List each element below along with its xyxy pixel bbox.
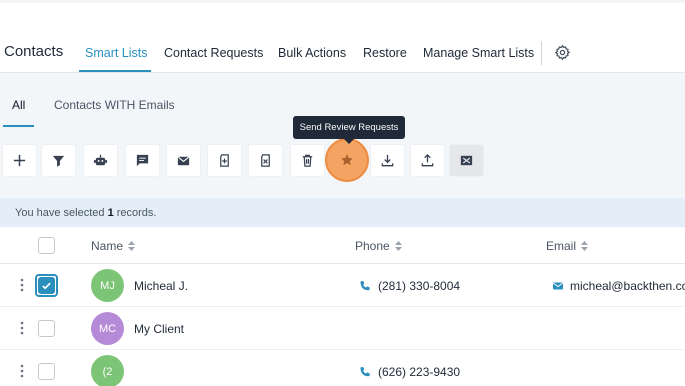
email-address: micheal@backthen.com — [570, 279, 685, 293]
import-button[interactable] — [370, 144, 405, 177]
column-label: Name — [91, 239, 124, 253]
check-icon — [42, 282, 51, 290]
robot-icon — [93, 154, 108, 166]
plus-icon — [13, 154, 26, 167]
sms-button[interactable] — [125, 144, 160, 177]
more-options-icon[interactable] — [20, 321, 24, 335]
tooltip: Send Review Requests — [293, 116, 405, 144]
more-options-icon[interactable] — [20, 364, 24, 378]
add-button[interactable] — [2, 144, 37, 177]
avatar-initials: (2 — [102, 365, 113, 378]
tab-bulk-actions[interactable]: Bulk Actions — [278, 46, 346, 60]
selection-banner: You have selected 1 records. — [0, 198, 685, 227]
tab-smart-lists[interactable]: Smart Lists — [85, 46, 148, 60]
contact-name[interactable]: My Client — [134, 322, 184, 336]
active-tab-underline — [79, 70, 151, 72]
tab-contact-requests[interactable]: Contact Requests — [164, 46, 263, 60]
export-button[interactable] — [410, 144, 445, 177]
mail-icon — [177, 156, 190, 166]
filter-icon — [52, 155, 65, 167]
sort-icon — [394, 241, 402, 251]
column-label: Email — [546, 239, 577, 253]
contact-phone[interactable]: (281) 330-8004 — [359, 279, 460, 293]
sort-icon — [128, 241, 136, 251]
select-all-checkbox[interactable] — [38, 237, 55, 254]
subtab-all[interactable]: All — [12, 98, 25, 112]
filter-button[interactable] — [41, 144, 76, 177]
tab-manage-smart-lists[interactable]: Manage Smart Lists — [423, 46, 534, 60]
contact-email[interactable]: micheal@backthen.com — [552, 279, 685, 293]
contacts-table: Name Phone Email MJ Micheal J. (281) 330… — [0, 227, 685, 386]
top-strip — [0, 0, 685, 33]
star-icon — [341, 154, 353, 166]
column-header-name[interactable]: Name — [91, 239, 136, 253]
tag-add-icon — [220, 154, 229, 167]
page-title: Contacts — [4, 43, 64, 60]
remove-tag-button[interactable] — [248, 144, 283, 177]
gear-icon[interactable] — [554, 44, 571, 61]
avatar: MC — [91, 312, 124, 345]
table-row[interactable]: MC My Client — [0, 307, 685, 350]
phone-number: (281) 330-8004 — [378, 279, 461, 293]
main-nav: Contacts Smart Lists Contact Requests Bu… — [0, 33, 685, 73]
workflow-button[interactable] — [83, 144, 118, 177]
review-request-button[interactable] — [325, 138, 369, 182]
tag-remove-icon — [261, 154, 270, 167]
table-row[interactable]: MJ Micheal J. (281) 330-8004 micheal@bac… — [0, 264, 685, 307]
phone-icon — [360, 281, 370, 291]
avatar-initials: MC — [98, 322, 117, 335]
table-header: Name Phone Email — [0, 227, 685, 264]
row-checkbox[interactable] — [38, 363, 55, 380]
column-header-email[interactable]: Email — [546, 239, 589, 253]
download-icon — [381, 154, 394, 167]
merge-button[interactable] — [449, 144, 484, 177]
table-row[interactable]: (2 (626) 223-9430 — [0, 350, 685, 386]
selected-count: 1 — [107, 207, 114, 219]
column-header-phone[interactable]: Phone — [355, 239, 403, 253]
avatar-initials: MJ — [100, 279, 115, 292]
email-button[interactable] — [166, 144, 201, 177]
delete-button[interactable] — [290, 144, 325, 177]
phone-number: (626) 223-9430 — [378, 365, 461, 379]
contact-phone[interactable]: (626) 223-9430 — [359, 365, 460, 379]
avatar: MJ — [91, 269, 124, 302]
contact-name[interactable]: Micheal J. — [134, 279, 188, 293]
row-checkbox[interactable] — [38, 320, 55, 337]
column-label: Phone — [355, 239, 390, 253]
active-subtab-underline — [3, 125, 34, 127]
mail-icon — [553, 282, 563, 290]
more-options-icon[interactable] — [20, 278, 24, 292]
nav-divider — [541, 41, 542, 65]
phone-icon — [360, 367, 370, 377]
trash-icon — [302, 154, 313, 167]
merge-icon — [460, 155, 473, 166]
tab-restore[interactable]: Restore — [363, 46, 407, 60]
message-icon — [136, 154, 149, 167]
sort-icon — [581, 241, 589, 251]
row-checkbox[interactable] — [38, 277, 55, 294]
banner-suffix: records. — [116, 207, 157, 219]
upload-icon — [421, 153, 434, 167]
banner-prefix: You have selected — [15, 207, 105, 219]
avatar: (2 — [91, 355, 124, 386]
add-tag-button[interactable] — [207, 144, 242, 177]
subtab-contacts-with-emails[interactable]: Contacts WITH Emails — [54, 98, 175, 112]
